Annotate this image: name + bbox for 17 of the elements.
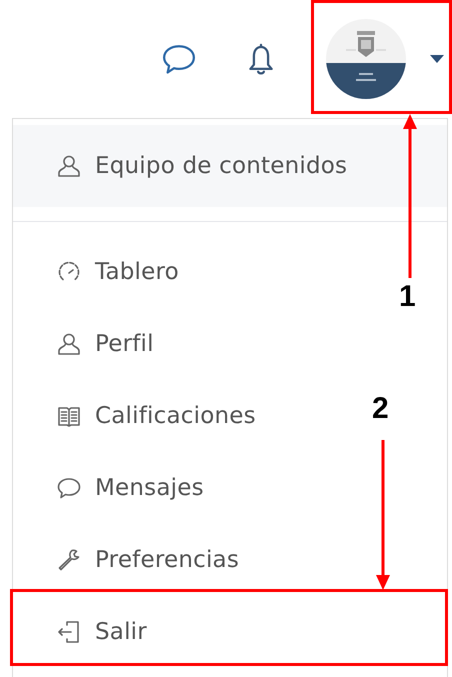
user-icon — [57, 332, 81, 356]
speech-bubble-icon — [57, 476, 81, 500]
annotation-number: 1 — [399, 280, 416, 314]
annotation-number: 2 — [372, 392, 389, 426]
speech-bubble-icon[interactable] — [162, 42, 196, 76]
menu-item[interactable]: Perfil — [57, 308, 154, 380]
caret-icon[interactable] — [430, 55, 444, 63]
exit-icon — [57, 620, 81, 644]
wrench-icon — [57, 548, 81, 572]
user-menu-header[interactable]: Equipo de contenidos — [13, 125, 447, 207]
menu-item[interactable]: Salir — [57, 596, 147, 668]
menu-item[interactable]: Calificaciones — [57, 380, 256, 452]
menu-item[interactable]: Preferencias — [57, 524, 240, 596]
book-icon — [57, 404, 81, 428]
menu-item[interactable]: Mensajes — [57, 452, 204, 524]
menu-item[interactable]: Tablero — [57, 236, 179, 308]
user-icon — [57, 154, 81, 178]
